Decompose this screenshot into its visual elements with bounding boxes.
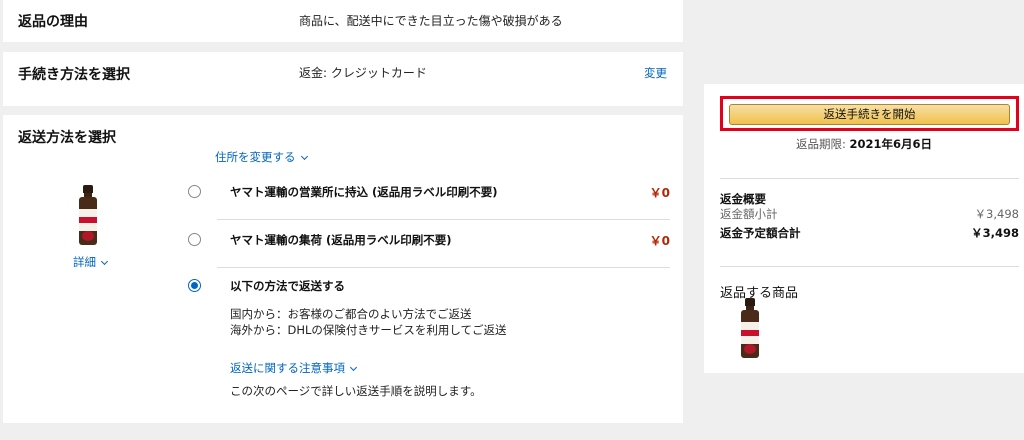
subtotal-value: ￥3,498 [974, 207, 1019, 221]
change-method-link[interactable]: 変更 [644, 65, 667, 81]
refund-method-value: 返金: クレジットカード [299, 66, 427, 80]
deadline-label: 返品期限: [795, 137, 846, 151]
product-details-link[interactable]: 詳細 [73, 254, 109, 270]
return-deadline: 返品期限: 2021年6月6日 [704, 136, 1024, 152]
shipping-option-label: ヤマト運輸の営業所に持込 (返品用ラベル印刷不要) [230, 185, 498, 199]
deadline-date: 2021年6月6日 [849, 137, 933, 151]
divider [720, 266, 1019, 267]
start-return-button[interactable]: 返送手続きを開始 [729, 104, 1010, 125]
return-notice-label: 返送に関する注意事項 [230, 361, 345, 375]
radio-button[interactable] [188, 185, 201, 198]
chevron-down-icon [349, 363, 358, 372]
shipping-option-price: ￥0 [649, 186, 670, 200]
refund-subtotal-row: 返金額小計 ￥3,498 [720, 206, 1019, 222]
refund-method-section: 手続き方法を選択 返金: クレジットカード 変更 [3, 52, 683, 106]
return-shipping-title: 返送方法を選択 [18, 130, 116, 146]
chevron-down-icon [100, 257, 109, 266]
shipping-option-price: ￥0 [649, 234, 670, 248]
refund-total-row: 返金予定額合計 ￥3,498 [720, 225, 1019, 241]
divider [217, 267, 670, 268]
highlight-frame: 返送手続きを開始 [720, 96, 1019, 131]
return-summary-panel: 返送手続きを開始 返品期限: 2021年6月6日 返金概要 返金額小計 ￥3,4… [704, 84, 1024, 373]
product-details-label: 詳細 [73, 255, 96, 269]
return-reason-value: 商品に、配送中にできた目立った傷や破損がある [299, 14, 563, 28]
shipping-option-label: ヤマト運輸の集荷 (返品用ラベル印刷不要) [230, 233, 452, 247]
next-page-text: この次のページで詳しい返送手順を説明します。 [230, 384, 482, 398]
return-reason-section: 返品の理由 商品に、配送中にできた目立った傷や破損がある [3, 0, 683, 42]
change-address-link[interactable]: 住所を変更する [215, 149, 308, 165]
product-image [78, 185, 98, 245]
refund-summary-title: 返金概要 [720, 192, 766, 206]
change-address-label: 住所を変更する [215, 150, 296, 164]
return-notice-link[interactable]: 返送に関する注意事項 [230, 360, 358, 376]
return-shipping-section: 返送方法を選択 住所を変更する 詳細 ヤマト運輸の営業所に持込 (返品用ラベル印… [3, 115, 683, 423]
international-return-note: 海外から：DHLの保険付きサービスを利用してご返送 [230, 323, 507, 337]
return-reason-title: 返品の理由 [18, 14, 88, 30]
refund-method-title: 手続き方法を選択 [18, 67, 130, 83]
divider [720, 178, 1019, 179]
domestic-return-note: 国内から：お客様のご都合のよい方法でご返送 [230, 307, 472, 321]
total-label: 返金予定額合計 [720, 226, 801, 240]
total-value: ￥3,498 [971, 226, 1019, 240]
return-item-image [740, 298, 760, 358]
chevron-down-icon [300, 152, 308, 161]
radio-button-selected[interactable] [188, 279, 201, 292]
subtotal-label: 返金額小計 [720, 207, 778, 221]
divider [217, 219, 670, 220]
radio-button[interactable] [188, 233, 201, 246]
shipping-option-label: 以下の方法で返送する [230, 279, 345, 293]
